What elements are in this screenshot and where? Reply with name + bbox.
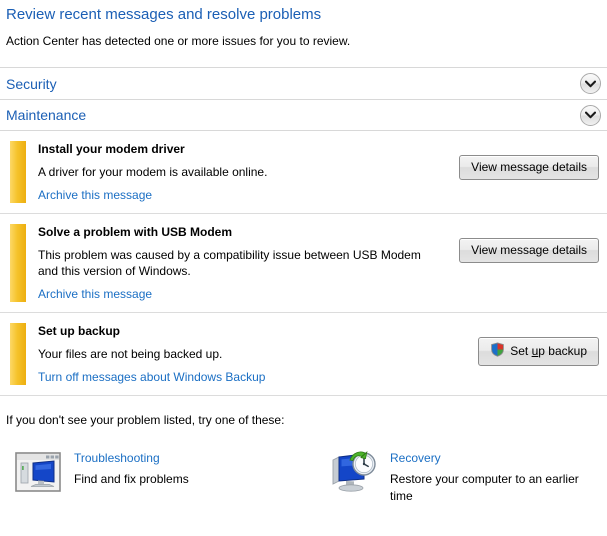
troubleshooting-link[interactable]: Troubleshooting xyxy=(74,450,324,466)
button-label: View message details xyxy=(471,243,587,257)
severity-bar-warning xyxy=(10,141,26,203)
message-title: Set up backup xyxy=(38,324,121,338)
footer-prompt: If you don't see your problem listed, tr… xyxy=(6,413,285,427)
footer: If you don't see your problem listed, tr… xyxy=(0,396,607,505)
message-row: Install your modem driver A driver for y… xyxy=(0,131,607,214)
troubleshooting-icon xyxy=(14,448,62,496)
set-up-backup-button[interactable]: Set up backup xyxy=(478,337,599,366)
message-row: Solve a problem with USB Modem This prob… xyxy=(0,214,607,313)
recovery-link[interactable]: Recovery xyxy=(390,450,600,466)
message-row: Set up backup Your files are not being b… xyxy=(0,313,607,396)
section-title-security: Security xyxy=(6,75,57,92)
message-description: A driver for your modem is available onl… xyxy=(38,165,268,179)
section-title-maintenance: Maintenance xyxy=(6,107,87,123)
severity-bar-warning xyxy=(10,323,26,385)
section-list: Security Maintenance xyxy=(0,67,607,131)
chevron-down-icon[interactable] xyxy=(580,104,601,126)
action-center-panel: Review recent messages and resolve probl… xyxy=(0,0,607,536)
footer-links: Troubleshooting Find and fix problems Re… xyxy=(6,448,607,505)
page-subtitle: Action Center has detected one or more i… xyxy=(6,34,351,48)
message-description: Your files are not being backed up. xyxy=(38,347,223,361)
section-header-maintenance[interactable]: Maintenance xyxy=(0,99,607,131)
message-description: This problem was caused by a compatibili… xyxy=(38,248,421,278)
chevron-down-icon[interactable] xyxy=(580,73,601,94)
severity-bar-warning xyxy=(10,224,26,302)
section-header-security[interactable]: Security xyxy=(0,67,607,99)
button-label-after: p backup xyxy=(538,344,587,358)
message-title: Install your modem driver xyxy=(38,142,185,156)
troubleshooting-description: Find and fix problems xyxy=(74,472,189,486)
button-label: Set up backup xyxy=(510,344,587,358)
recovery-description: Restore your computer to an earlier time xyxy=(390,472,579,503)
message-title: Solve a problem with USB Modem xyxy=(38,225,233,239)
page-title: Review recent messages and resolve probl… xyxy=(6,6,322,23)
button-label: View message details xyxy=(471,160,587,174)
footer-item-recovery[interactable]: Recovery Restore your computer to an ear… xyxy=(324,448,600,505)
button-label-before: Set xyxy=(510,344,532,358)
view-message-details-button[interactable]: View message details xyxy=(459,155,599,180)
archive-message-link[interactable]: Archive this message xyxy=(38,187,152,203)
uac-shield-icon xyxy=(490,342,505,360)
turn-off-backup-messages-link[interactable]: Turn off messages about Windows Backup xyxy=(38,369,265,385)
view-message-details-button[interactable]: View message details xyxy=(459,238,599,263)
footer-item-troubleshooting[interactable]: Troubleshooting Find and fix problems xyxy=(6,448,324,496)
message-list: Install your modem driver A driver for y… xyxy=(0,131,607,396)
recovery-icon xyxy=(330,448,378,496)
archive-message-link[interactable]: Archive this message xyxy=(38,286,152,302)
